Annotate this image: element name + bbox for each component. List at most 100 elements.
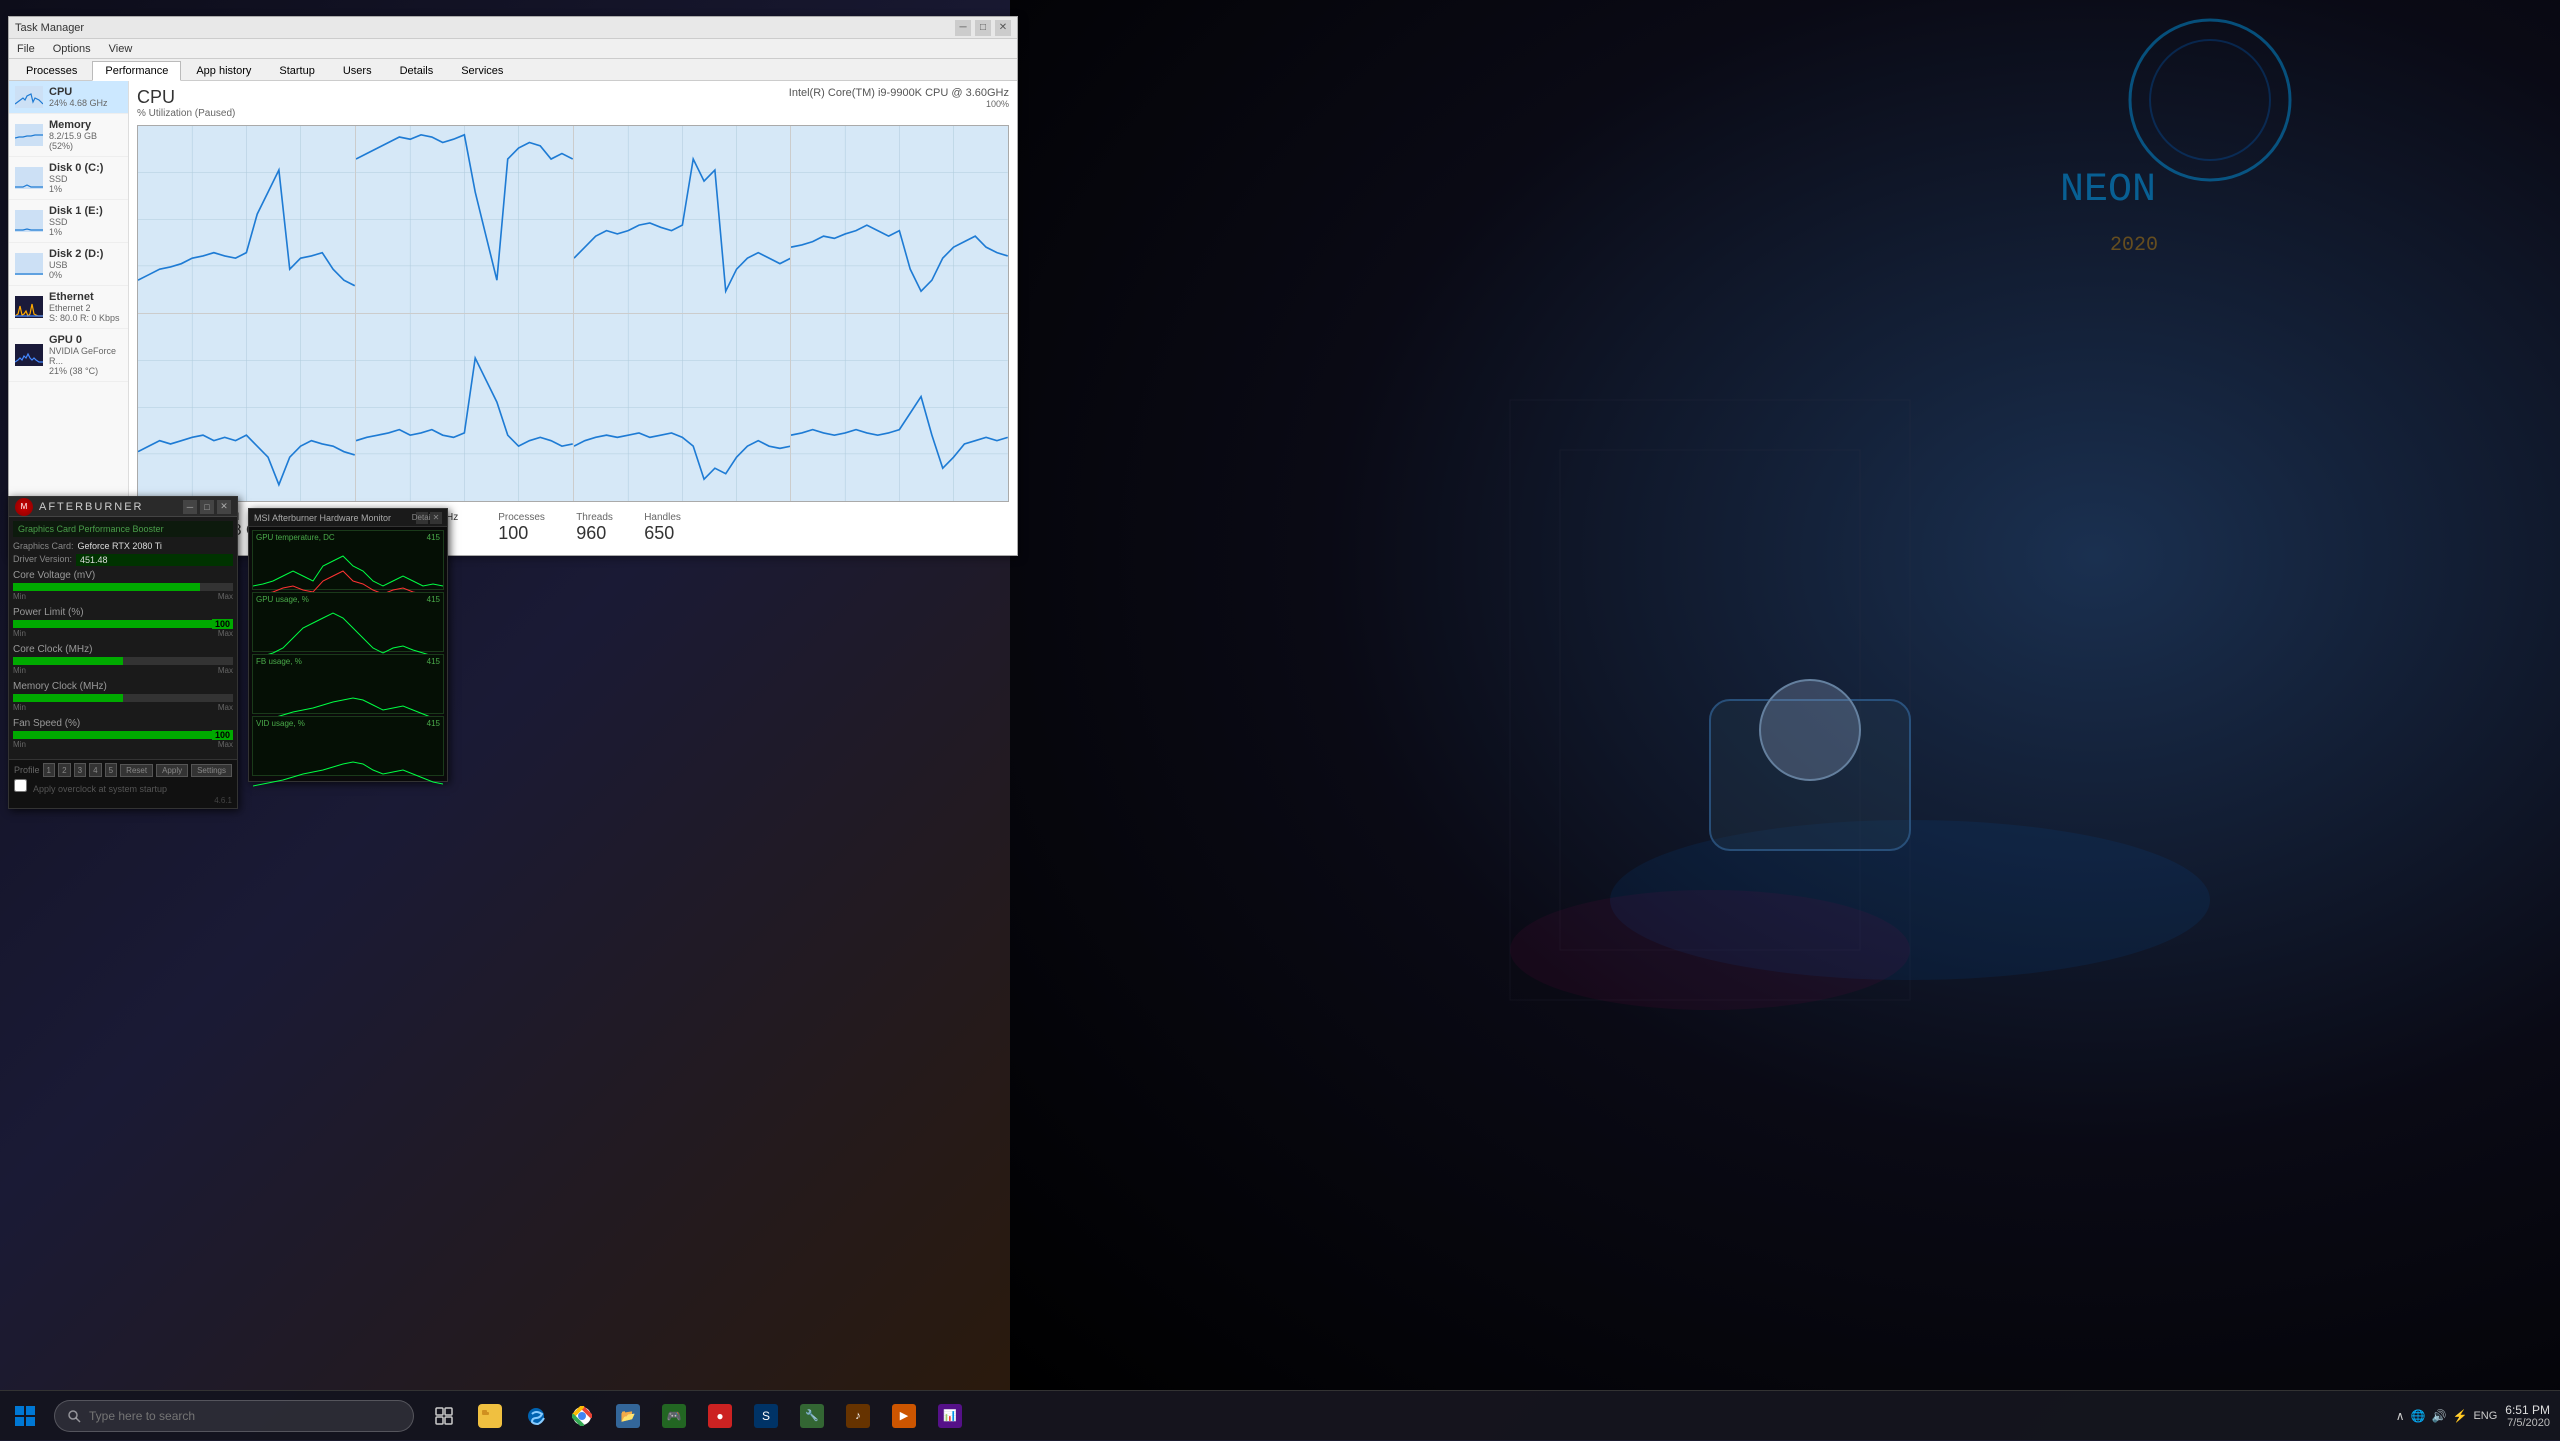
msi-apply-btn[interactable]: Apply — [156, 764, 188, 777]
sidebar-item-memory[interactable]: Memory 8.2/15.9 GB (52%) — [9, 114, 128, 157]
msi-fan-value: 100 — [212, 730, 233, 740]
msi-afterburner-window: M AFTERBURNER ─ □ ✕ Graphics Card Perfor… — [8, 496, 238, 809]
task-view-button[interactable] — [422, 1391, 466, 1441]
msi-coreclock-track[interactable] — [13, 657, 233, 665]
tab-processes[interactable]: Processes — [13, 61, 90, 80]
msi-minimize-btn[interactable]: ─ — [183, 500, 197, 514]
edge-icon — [524, 1404, 548, 1428]
msi-startup-text: Apply overclock at system startup — [33, 784, 167, 794]
cpu-graphs-grid — [137, 125, 1009, 502]
msi-voltage-min: Min — [13, 592, 26, 601]
start-sq-4 — [26, 1417, 35, 1426]
tab-services[interactable]: Services — [448, 61, 516, 80]
taskbar-app-icons: 📂 🎮 ● S 🔧 ♪ ▶ 📊 — [422, 1391, 972, 1441]
msi-reset-btn[interactable]: Reset — [120, 764, 153, 777]
msi-profile-1[interactable]: 1 — [43, 763, 56, 777]
gpu-temp-max: 415 — [427, 533, 440, 542]
memory-sidebar-text: Memory 8.2/15.9 GB (52%) — [49, 119, 122, 151]
edge-browser-button[interactable] — [514, 1391, 558, 1441]
tab-performance[interactable]: Performance — [92, 61, 181, 81]
disk1-type: SSD — [49, 217, 122, 227]
app-icon-8[interactable]: S — [744, 1391, 788, 1441]
svg-text:NEON: NEON — [2060, 168, 2156, 213]
app-icon-6[interactable]: 🎮 — [652, 1391, 696, 1441]
eth-mini-graph — [15, 296, 43, 318]
tray-clock[interactable]: 6:51 PM 7/5/2020 — [2505, 1403, 2550, 1429]
sidebar-item-cpu[interactable]: CPU 24% 4.68 GHz — [9, 81, 128, 114]
app-icon-9[interactable]: 🔧 — [790, 1391, 834, 1441]
sidebar-item-disk0[interactable]: Disk 0 (C:) SSD 1% — [9, 157, 128, 200]
tray-network-icon[interactable]: 🌐 — [2411, 1409, 2426, 1423]
menu-view[interactable]: View — [105, 41, 137, 57]
msi-startup-checkbox[interactable] — [14, 779, 27, 792]
msi-close-btn[interactable]: ✕ — [217, 500, 231, 514]
msi-info-bar: Graphics Card Performance Booster — [13, 521, 233, 537]
msi-power-value: 100 — [212, 619, 233, 629]
file-explorer-button[interactable] — [468, 1391, 512, 1441]
sidebar-item-gpu[interactable]: GPU 0 NVIDIA GeForce R... 21% (38 °C) — [9, 329, 128, 382]
msi-settings-btn[interactable]: Settings — [191, 764, 232, 777]
menu-file[interactable]: File — [13, 41, 39, 57]
msi-profile-4[interactable]: 4 — [89, 763, 102, 777]
msi-voltage-fill — [13, 583, 200, 591]
minimize-button[interactable]: ─ — [955, 20, 971, 36]
search-input[interactable] — [89, 1409, 401, 1423]
vid-usage-chart: VID usage, % 415 — [252, 716, 444, 776]
msi-power-min: Min — [13, 629, 26, 638]
menu-options[interactable]: Options — [49, 41, 95, 57]
msi-maximize-btn[interactable]: □ — [200, 500, 214, 514]
msi-coreclock-max: Max — [218, 666, 233, 675]
msi-coreclock-labels: Min Max — [13, 666, 233, 675]
app9-icon: 🔧 — [800, 1404, 824, 1428]
tray-battery-icon[interactable]: ⚡ — [2453, 1409, 2468, 1423]
msi-voltage-track[interactable] — [13, 583, 233, 591]
msi-fan-fill — [13, 731, 233, 739]
tray-up-arrow[interactable]: ∧ — [2396, 1409, 2405, 1423]
tray-time: 6:51 PM — [2505, 1403, 2550, 1417]
gpu-sidebar-text: GPU 0 NVIDIA GeForce R... 21% (38 °C) — [49, 334, 122, 376]
msi-power-track[interactable]: 100 — [13, 620, 233, 628]
disk1-mini-graph — [15, 210, 43, 232]
tray-lang[interactable]: ENG — [2473, 1410, 2497, 1422]
sidebar-item-disk1[interactable]: Disk 1 (E:) SSD 1% — [9, 200, 128, 243]
sidebar-item-disk2[interactable]: Disk 2 (D:) USB 0% — [9, 243, 128, 286]
restore-button[interactable]: □ — [975, 20, 991, 36]
taskbar-search-bar[interactable] — [54, 1400, 414, 1432]
tab-startup[interactable]: Startup — [266, 61, 327, 80]
cpu-core-graph-4 — [791, 126, 1008, 313]
msi-fan-min: Min — [13, 740, 26, 749]
tab-app-history[interactable]: App history — [183, 61, 264, 80]
disk1-name: Disk 1 (E:) — [49, 205, 122, 217]
sidebar-item-ethernet[interactable]: Ethernet Ethernet 2 S: 80.0 R: 0 Kbps — [9, 286, 128, 329]
msi-memclock-max: Max — [218, 703, 233, 712]
app-icon-7[interactable]: ● — [698, 1391, 742, 1441]
app-icon-11[interactable]: ▶ — [882, 1391, 926, 1441]
msi-profile-3[interactable]: 3 — [74, 763, 87, 777]
close-button[interactable]: ✕ — [995, 20, 1011, 36]
app-icon-10[interactable]: ♪ — [836, 1391, 880, 1441]
tab-details[interactable]: Details — [387, 61, 447, 80]
msi-memclock-track[interactable] — [13, 694, 233, 702]
msi-profile-2[interactable]: 2 — [58, 763, 71, 777]
disk1-usage: 1% — [49, 227, 122, 237]
app-icon-5[interactable]: 📂 — [606, 1391, 650, 1441]
msi-monitor-close-btn[interactable]: ✕ — [430, 512, 442, 524]
msi-gpu-name: Geforce RTX 2080 Ti — [78, 541, 233, 551]
chrome-button[interactable] — [560, 1391, 604, 1441]
msi-fan-label: Fan Speed (%) — [13, 718, 233, 729]
msi-monitor-detail-btn[interactable]: Detail — [416, 512, 428, 524]
msi-title-left: M AFTERBURNER — [15, 498, 144, 516]
msi-fan-track[interactable]: 100 — [13, 731, 233, 739]
gpu-usage-max: 415 — [427, 595, 440, 604]
gpu-usage-label: GPU usage, % — [256, 595, 309, 604]
start-sq-3 — [15, 1417, 24, 1426]
msi-body: Graphics Card Performance Booster Graphi… — [9, 517, 237, 759]
window-controls: ─ □ ✕ — [955, 20, 1011, 36]
app-icon-12[interactable]: 📊 — [928, 1391, 972, 1441]
disk2-name: Disk 2 (D:) — [49, 248, 122, 260]
start-button[interactable] — [0, 1391, 50, 1441]
tray-volume-icon[interactable]: 🔊 — [2432, 1409, 2447, 1423]
gpu-usage: 21% (38 °C) — [49, 366, 122, 376]
msi-profile-5[interactable]: 5 — [105, 763, 118, 777]
tab-users[interactable]: Users — [330, 61, 385, 80]
